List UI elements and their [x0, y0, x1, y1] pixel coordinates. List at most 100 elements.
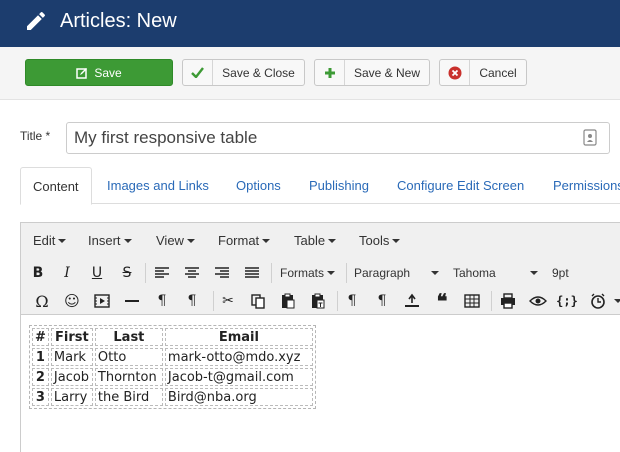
content-table[interactable]: # First Last Email 1 Mark Otto mark-otto… — [29, 325, 316, 409]
title-input[interactable]: My first responsive table — [66, 122, 610, 154]
toolbar-divider — [491, 291, 492, 311]
rich-text-editor: Edit Insert View Format Table Tools B I … — [20, 222, 620, 452]
paragraph-icon[interactable]: ¶ — [343, 292, 361, 310]
toolbar-divider — [337, 291, 338, 311]
table-header-row: # First Last Email — [32, 328, 313, 346]
toolbar-divider — [271, 263, 272, 283]
caret-down-icon — [123, 239, 132, 243]
block-format-label: Paragraph — [354, 266, 411, 280]
caret-down-icon — [392, 239, 401, 243]
font-size-label: 9pt — [552, 266, 569, 280]
tab-publishing[interactable]: Publishing — [309, 167, 369, 204]
menu-tools-label: Tools — [359, 233, 390, 248]
tab-bar: Content Images and Links Options Publish… — [20, 167, 620, 205]
caret-down-icon — [327, 271, 336, 275]
cancel-button[interactable]: Cancel — [439, 59, 527, 86]
caret-down-icon[interactable] — [614, 299, 620, 303]
menu-edit[interactable]: Edit — [33, 233, 67, 248]
editor-toolbar-1: B I U S Formats Paragraph Tahoma 9pt — [21, 259, 620, 287]
cut-icon[interactable]: ✂ — [219, 292, 237, 310]
caret-down-icon — [58, 239, 67, 243]
save-new-button[interactable]: Save & New — [314, 59, 430, 86]
align-center-icon[interactable] — [183, 264, 201, 282]
block-format-dropdown[interactable]: Paragraph — [354, 266, 439, 280]
align-right-icon[interactable] — [213, 264, 231, 282]
align-left-icon[interactable] — [153, 264, 171, 282]
show-blocks-icon[interactable]: ¶ — [373, 292, 391, 310]
editor-toolbar-2: Ω ☺ ¶ ¶ ✂ ¶ ¶ ❝ {;} — [21, 287, 620, 315]
table-cell: Jacob — [50, 368, 93, 386]
menu-tools[interactable]: Tools — [359, 233, 401, 248]
menu-format-label: Format — [218, 233, 260, 248]
preview-eye-icon[interactable] — [529, 292, 547, 310]
editor-menubar: Edit Insert View Format Table Tools — [21, 223, 620, 259]
pencil-icon — [27, 11, 45, 31]
tab-configure-edit-screen[interactable]: Configure Edit Screen — [397, 167, 524, 204]
horizontal-rule-icon[interactable] — [123, 292, 141, 310]
toolbar-divider — [346, 263, 347, 283]
bold-icon[interactable]: B — [29, 264, 47, 282]
check-icon — [183, 60, 213, 85]
paragraph-rtl-icon[interactable]: ¶ — [183, 292, 201, 310]
formats-label: Formats — [280, 266, 325, 280]
action-toolbar: Save Save & Close Save & New Cancel — [0, 47, 620, 100]
copy-icon[interactable] — [249, 292, 267, 310]
column-header: Last — [94, 328, 163, 346]
page-header: Articles: New — [0, 0, 620, 47]
tab-images-and-links[interactable]: Images and Links — [107, 167, 209, 204]
strikethrough-icon[interactable]: S — [118, 264, 136, 282]
menu-insert[interactable]: Insert — [88, 233, 132, 248]
print-icon[interactable] — [499, 292, 517, 310]
table-cell: Mark — [50, 348, 93, 366]
editor-content[interactable]: # First Last Email 1 Mark Otto mark-otto… — [21, 316, 620, 452]
menu-edit-label: Edit — [33, 233, 56, 248]
font-family-dropdown[interactable]: Tahoma — [453, 266, 538, 280]
tab-options[interactable]: Options — [236, 167, 281, 204]
omega-icon[interactable]: Ω — [33, 292, 51, 311]
table-cell: Thornton — [94, 368, 163, 386]
table-cell: 2 — [32, 368, 49, 386]
title-label: Title * — [20, 129, 51, 143]
paste-text-icon[interactable] — [309, 292, 327, 310]
table-cell: Larry — [50, 388, 93, 406]
table-icon[interactable] — [463, 292, 481, 310]
cancel-label: Cancel — [479, 65, 517, 80]
menu-format[interactable]: Format — [218, 233, 271, 248]
italic-icon[interactable]: I — [58, 264, 76, 282]
caret-down-icon — [262, 239, 271, 243]
tab-permissions[interactable]: Permissions — [553, 167, 620, 204]
font-size-dropdown[interactable]: 9pt — [552, 266, 569, 280]
blockquote-icon[interactable]: ❝ — [433, 289, 451, 313]
column-header: First — [50, 328, 93, 346]
page-title: Articles: New — [60, 10, 177, 32]
tab-content[interactable]: Content — [20, 167, 92, 205]
paragraph-ltr-icon[interactable]: ¶ — [153, 292, 171, 310]
column-header: Email — [164, 328, 313, 346]
table-row: 1 Mark Otto mark-otto@mdo.xyz — [32, 348, 313, 366]
toolbar-divider — [213, 291, 214, 311]
toolbar-divider — [145, 263, 146, 283]
table-cell: Jacob-t@gmail.com — [164, 368, 313, 386]
save-close-button[interactable]: Save & Close — [182, 59, 305, 86]
table-row: 2 Jacob Thornton Jacob-t@gmail.com — [32, 368, 313, 386]
paste-icon[interactable] — [279, 292, 297, 310]
menu-table[interactable]: Table — [294, 233, 337, 248]
table-cell: Otto — [94, 348, 163, 366]
column-header: # — [32, 328, 49, 346]
save-close-label: Save & Close — [222, 65, 295, 80]
menu-insert-label: Insert — [88, 233, 121, 248]
save-new-label: Save & New — [353, 65, 421, 80]
caret-down-icon — [431, 271, 439, 275]
clock-icon[interactable] — [589, 292, 607, 310]
page-break-icon[interactable] — [403, 292, 421, 310]
save-button[interactable]: Save — [25, 59, 173, 86]
table-cell: Bird@nba.org — [164, 388, 313, 406]
emoticon-icon[interactable]: ☺ — [63, 292, 81, 310]
underline-icon[interactable]: U — [88, 264, 106, 282]
formats-dropdown[interactable]: Formats — [280, 266, 336, 280]
menu-view[interactable]: View — [156, 233, 195, 248]
media-icon[interactable] — [93, 292, 111, 310]
menu-table-label: Table — [294, 233, 326, 248]
align-justify-icon[interactable] — [243, 264, 261, 282]
code-icon[interactable]: {;} — [555, 292, 579, 310]
